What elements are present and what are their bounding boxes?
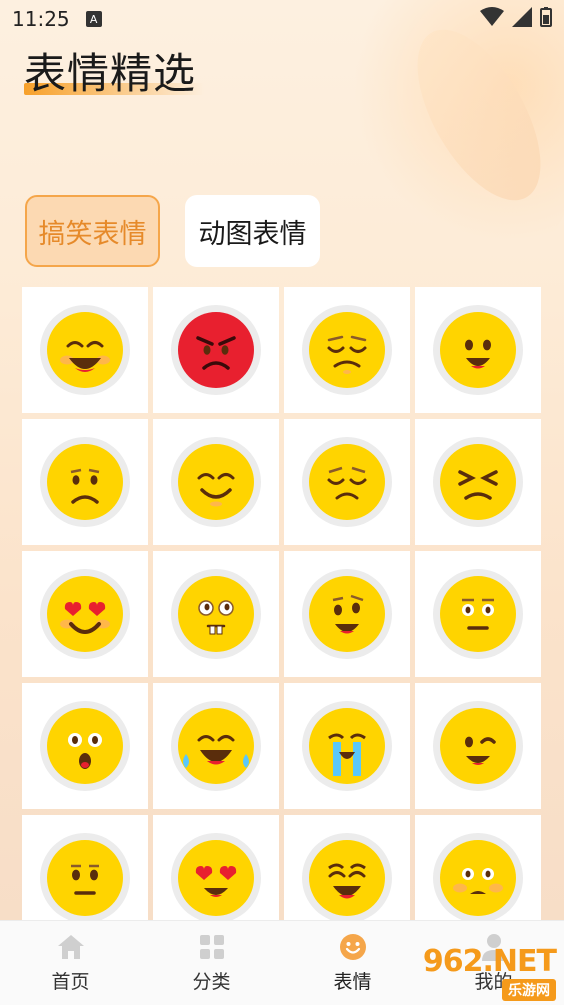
worried-emoji-icon [302, 437, 392, 527]
annoyed-emoji-icon [302, 305, 392, 395]
watermark-top: 962.NET [422, 943, 557, 979]
emoji-cell[interactable] [415, 683, 541, 809]
grinning-blush-emoji-icon [40, 305, 130, 395]
nav-item-emoji[interactable]: 表情 [282, 921, 423, 1005]
nav-label-category: 分类 [192, 970, 231, 993]
wifi-icon [480, 6, 504, 32]
heart-eyes-emoji-icon [171, 833, 261, 923]
battery-icon [540, 6, 552, 32]
neutral-raised-emoji-icon [433, 569, 523, 659]
page-title: 表情精选 [24, 49, 197, 98]
tab-animated[interactable]: 动图表情 [185, 195, 320, 267]
emoji-cell[interactable] [284, 287, 410, 413]
emoji-cell[interactable] [284, 419, 410, 545]
nav-item-category[interactable]: 分类 [141, 921, 282, 1005]
bottom-nav: 首页 分类 表情 我的 962.NET 乐游网 [0, 920, 564, 1005]
emoji-cell[interactable] [153, 551, 279, 677]
emoji-cell[interactable] [22, 287, 148, 413]
wink-emoji-icon [433, 701, 523, 791]
signal-icon [512, 6, 532, 32]
nav-label-home: 首页 [51, 970, 90, 993]
emoji-cell[interactable] [284, 683, 410, 809]
emoji-cell[interactable] [22, 551, 148, 677]
heart-eyes-grin-emoji-icon [40, 569, 130, 659]
content-smile-emoji-icon [171, 437, 261, 527]
smile-icon [339, 933, 367, 961]
watermark-logo: 962.NET 乐游网 [416, 943, 557, 1001]
watermark-bottom: 乐游网 [502, 978, 556, 1001]
loudly-crying-emoji-icon [302, 701, 392, 791]
tab-funny[interactable]: 搞笑表情 [25, 195, 160, 267]
happy-open-emoji-icon [433, 305, 523, 395]
emoji-cell[interactable] [153, 287, 279, 413]
surprised-emoji-icon [40, 701, 130, 791]
squinting-upset-emoji-icon [433, 437, 523, 527]
notification-icon: A [85, 11, 102, 27]
emoji-cell[interactable] [153, 419, 279, 545]
nav-label-emoji: 表情 [333, 970, 372, 993]
home-icon [57, 933, 85, 961]
status-bar: 11:25 A [0, 0, 564, 38]
emoji-cell[interactable] [22, 683, 148, 809]
nav-item-home[interactable]: 首页 [0, 921, 141, 1005]
tears-of-joy-emoji-icon [171, 701, 261, 791]
emoji-cell[interactable] [415, 551, 541, 677]
emoji-cell[interactable] [22, 419, 148, 545]
neutral-emoji-icon [40, 833, 130, 923]
emoji-cell[interactable] [153, 683, 279, 809]
status-time: 11:25 [12, 7, 70, 31]
big-grin-emoji-icon [302, 833, 392, 923]
emoji-cell[interactable] [415, 287, 541, 413]
sad-emoji-icon [40, 437, 130, 527]
emoji-cell[interactable] [415, 419, 541, 545]
flushed-emoji-icon [433, 833, 523, 923]
emoji-cell[interactable] [284, 551, 410, 677]
grid-icon [198, 933, 226, 961]
buck-tooth-emoji-icon [171, 569, 261, 659]
angry-red-emoji-icon [171, 305, 261, 395]
smirk-grin-emoji-icon [302, 569, 392, 659]
